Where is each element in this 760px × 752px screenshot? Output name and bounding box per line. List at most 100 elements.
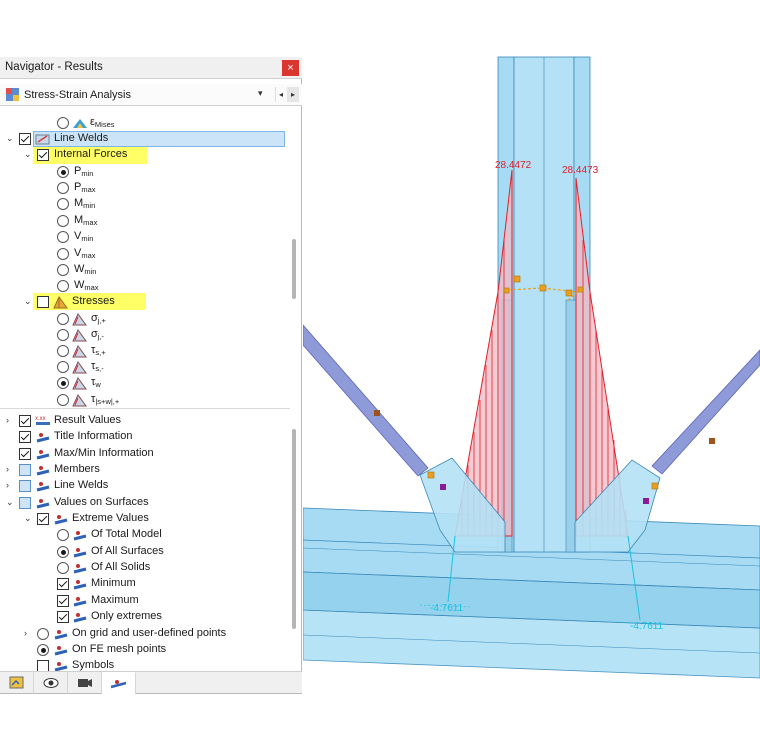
results-type-value: Stress-Strain Analysis <box>24 89 131 101</box>
tree-item-sigma-j-plus[interactable]: σj,+ <box>0 311 290 327</box>
radio-of-all-solids[interactable] <box>57 562 69 574</box>
stress-result-icon <box>72 361 87 374</box>
radio-pmax[interactable] <box>57 182 69 194</box>
chevron-expanded-icon[interactable]: ⌄ <box>24 514 33 523</box>
checkbox-only-extremes[interactable] <box>57 611 69 623</box>
tree-item-on-grid-points[interactable]: › On grid and user-defined points <box>0 626 290 642</box>
radio-sigma-j-minus[interactable] <box>57 329 69 341</box>
navigator-title: Navigator - Results <box>5 61 103 73</box>
model-graphics[interactable]: 28.4472 28.4473 -4.7611 -4.7611 <box>303 0 760 752</box>
radio-vmax[interactable] <box>57 248 69 260</box>
checkbox-values-on-surfaces[interactable] <box>19 497 31 509</box>
chevron-collapsed-icon[interactable]: › <box>6 465 15 474</box>
chevron-expanded-icon[interactable]: ⌄ <box>6 498 15 507</box>
checkbox-members[interactable] <box>19 464 31 476</box>
chevron-expanded-icon[interactable]: ⌄ <box>24 150 33 159</box>
result-values-label: Result Values <box>54 414 122 426</box>
display-icon <box>36 450 50 460</box>
tab-display[interactable] <box>34 672 68 694</box>
pane-divider[interactable] <box>0 408 290 409</box>
radio-tau-sw-plus[interactable] <box>57 394 69 406</box>
radio-wmin[interactable] <box>57 264 69 276</box>
checkbox-internal-forces[interactable] <box>37 149 49 161</box>
node-marker-left <box>440 484 446 490</box>
chevron-collapsed-icon[interactable]: › <box>6 481 15 490</box>
radio-pmin[interactable] <box>57 166 69 178</box>
tree-item-of-all-surfaces[interactable]: Of All Surfaces <box>0 544 290 560</box>
checkbox-stresses[interactable] <box>37 296 49 308</box>
checkbox-extreme-values[interactable] <box>37 513 49 525</box>
tree-item-on-fe-mesh-points[interactable]: On FE mesh points <box>0 642 290 658</box>
radio-mmax[interactable] <box>57 215 69 227</box>
tree-item-tau-w[interactable]: τw <box>0 375 290 391</box>
max-value-right: 28.4473 <box>562 165 599 176</box>
tree-item-minimum[interactable]: Minimum <box>0 576 290 592</box>
tab-results[interactable] <box>102 672 136 694</box>
tree-item-wmax[interactable]: Wmax <box>0 278 290 294</box>
minimum-label: Minimum <box>91 577 136 589</box>
tree-item-members[interactable]: › Members <box>0 462 290 478</box>
radio-wmax[interactable] <box>57 280 69 292</box>
checkbox-minimum[interactable] <box>57 578 69 590</box>
maxmin-information-label: Max/Min Information <box>54 447 154 459</box>
checkbox-line-welds[interactable] <box>19 133 31 145</box>
tree-item-pmax[interactable]: Pmax <box>0 180 290 196</box>
tree-item-internal-forces[interactable]: ⌄ Internal Forces <box>0 147 290 163</box>
tree-item-wmin[interactable]: Wmin <box>0 262 290 278</box>
tree-item-sigma-j-minus[interactable]: σj,- <box>0 327 290 343</box>
radio-on-grid-points[interactable] <box>37 628 49 640</box>
svg-text:x.xx: x.xx <box>35 416 46 422</box>
results-type-dropdown[interactable]: Stress-Strain Analysis ▾ ◂ ▸ <box>0 84 302 106</box>
tree-item-tau-s-plus[interactable]: τs,+ <box>0 343 290 359</box>
tree-item-only-extremes[interactable]: Only extremes <box>0 609 290 625</box>
tree-item-line-welds[interactable]: ⌄ Line Welds <box>0 131 290 147</box>
chevron-expanded-icon[interactable]: ⌄ <box>6 134 15 143</box>
radio-tau-s-minus[interactable] <box>57 361 69 373</box>
tree-item-values-on-surfaces[interactable]: ⌄ Values on Surfaces <box>0 495 290 511</box>
tree-item-extreme-values[interactable]: ⌄ Extreme Values <box>0 511 290 527</box>
radio-mmin[interactable] <box>57 198 69 210</box>
tree-item-of-total-model[interactable]: Of Total Model <box>0 527 290 543</box>
radio-sigma-j-plus[interactable] <box>57 313 69 325</box>
tab-views[interactable] <box>68 672 102 694</box>
next-arrow-button[interactable]: ▸ <box>287 87 299 102</box>
tree-item-title-information[interactable]: Title Information <box>0 429 290 445</box>
chevron-collapsed-icon[interactable]: › <box>24 629 33 638</box>
radio-tau-w[interactable] <box>57 377 69 389</box>
eps-mises-sub: Mises <box>94 120 115 129</box>
chevron-collapsed-icon[interactable]: › <box>6 416 15 425</box>
tree-item-eps-mises[interactable]: εMises <box>0 115 290 131</box>
tree-item-mmax[interactable]: Mmax <box>0 213 290 229</box>
tab-data[interactable] <box>0 672 34 694</box>
close-button[interactable]: × <box>282 60 299 76</box>
chevron-expanded-icon[interactable]: ⌄ <box>24 297 33 306</box>
model-viewport[interactable]: 28.4472 28.4473 -4.7611 -4.7611 <box>303 0 760 752</box>
tree-item-mmin[interactable]: Mmin <box>0 196 290 212</box>
tree-item-vmin[interactable]: Vmin <box>0 229 290 245</box>
chevron-down-icon[interactable]: ▾ <box>258 88 263 99</box>
checkbox-maxmin-information[interactable] <box>19 448 31 460</box>
tree-item-pmin[interactable]: Pmin <box>0 164 290 180</box>
tree-item-tau-sw-plus[interactable]: τ|s+w|,+ <box>0 392 290 408</box>
tree-item-maximum[interactable]: Maximum <box>0 593 290 609</box>
upper-scrollbar-thumb[interactable] <box>292 239 296 299</box>
checkbox-maximum[interactable] <box>57 595 69 607</box>
lower-scrollbar-thumb[interactable] <box>292 429 296 629</box>
tree-item-maxmin-information[interactable]: Max/Min Information <box>0 446 290 462</box>
radio-on-fe-mesh-points[interactable] <box>37 644 49 656</box>
tree-item-result-values[interactable]: › x.xx Result Values <box>0 413 290 429</box>
tree-item-line-welds-display[interactable]: › Line Welds <box>0 478 290 494</box>
tree-item-tau-s-minus[interactable]: τs,- <box>0 359 290 375</box>
checkbox-title-information[interactable] <box>19 431 31 443</box>
checkbox-result-values[interactable] <box>19 415 31 427</box>
radio-of-total-model[interactable] <box>57 529 69 541</box>
previous-arrow-button[interactable]: ◂ <box>275 87 286 102</box>
radio-tau-s-plus[interactable] <box>57 345 69 357</box>
radio-vmin[interactable] <box>57 231 69 243</box>
tree-item-vmax[interactable]: Vmax <box>0 246 290 262</box>
radio-eps-mises[interactable] <box>57 117 69 129</box>
radio-of-all-surfaces[interactable] <box>57 546 69 558</box>
tree-item-stresses[interactable]: ⌄ Stresses <box>0 294 290 310</box>
tree-item-of-all-solids[interactable]: Of All Solids <box>0 560 290 576</box>
checkbox-line-welds-display[interactable] <box>19 480 31 492</box>
